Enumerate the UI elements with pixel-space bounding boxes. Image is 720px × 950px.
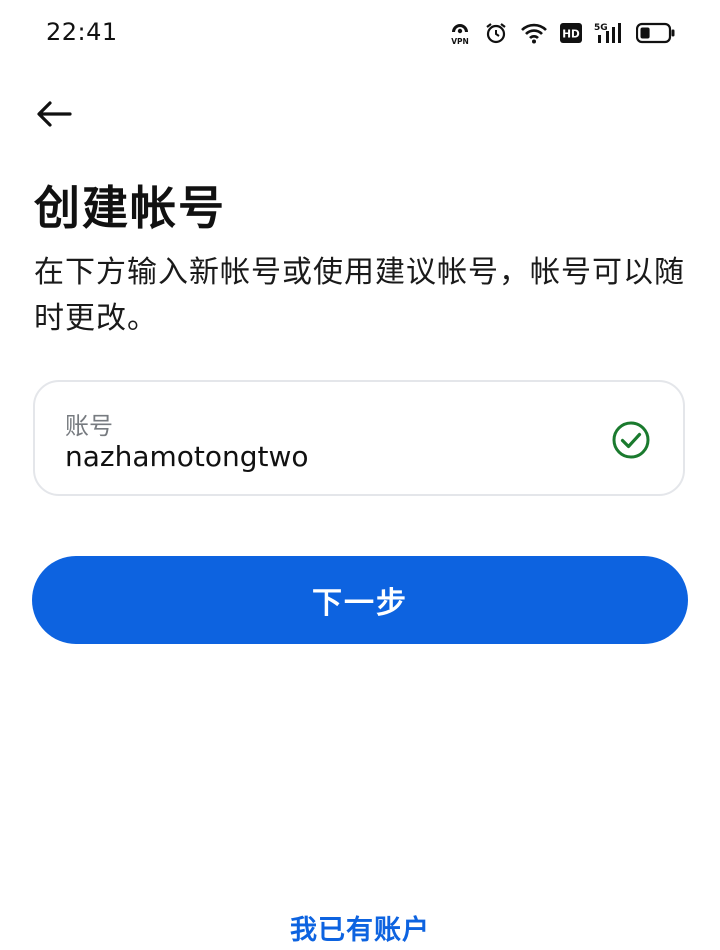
back-button[interactable]: [32, 96, 76, 136]
wifi-icon: [520, 22, 548, 44]
page-description: 在下方输入新帐号或使用建议帐号，帐号可以随时更改。: [34, 255, 685, 336]
next-button[interactable]: 下一步: [32, 556, 688, 644]
alarm-icon: [484, 21, 508, 45]
account-field-label: 账号: [65, 412, 113, 440]
svg-text:HD: HD: [562, 29, 580, 41]
back-arrow-icon: [36, 100, 72, 132]
signal-icon: 5G: [594, 21, 624, 45]
create-account-screen: 22:41 VPN HD 5G 创建帐号 在下方输入新帐号或使用建议帐号，帐号可…: [0, 0, 720, 950]
account-field[interactable]: 账号: [33, 380, 685, 496]
svg-text:5G: 5G: [594, 23, 608, 33]
account-input[interactable]: [65, 440, 585, 473]
status-bar: 22:41 VPN HD 5G: [0, 0, 720, 64]
status-icons: VPN HD 5G: [448, 18, 676, 48]
battery-icon: [636, 22, 676, 44]
page-title: 创建帐号: [34, 181, 226, 235]
vpn-icon: VPN: [448, 20, 472, 46]
svg-text:VPN: VPN: [451, 37, 469, 46]
have-account-link[interactable]: 我已有账户: [0, 908, 720, 947]
status-time: 22:41: [46, 18, 118, 46]
hd-icon: HD: [560, 23, 582, 43]
check-circle-icon: [611, 420, 651, 460]
